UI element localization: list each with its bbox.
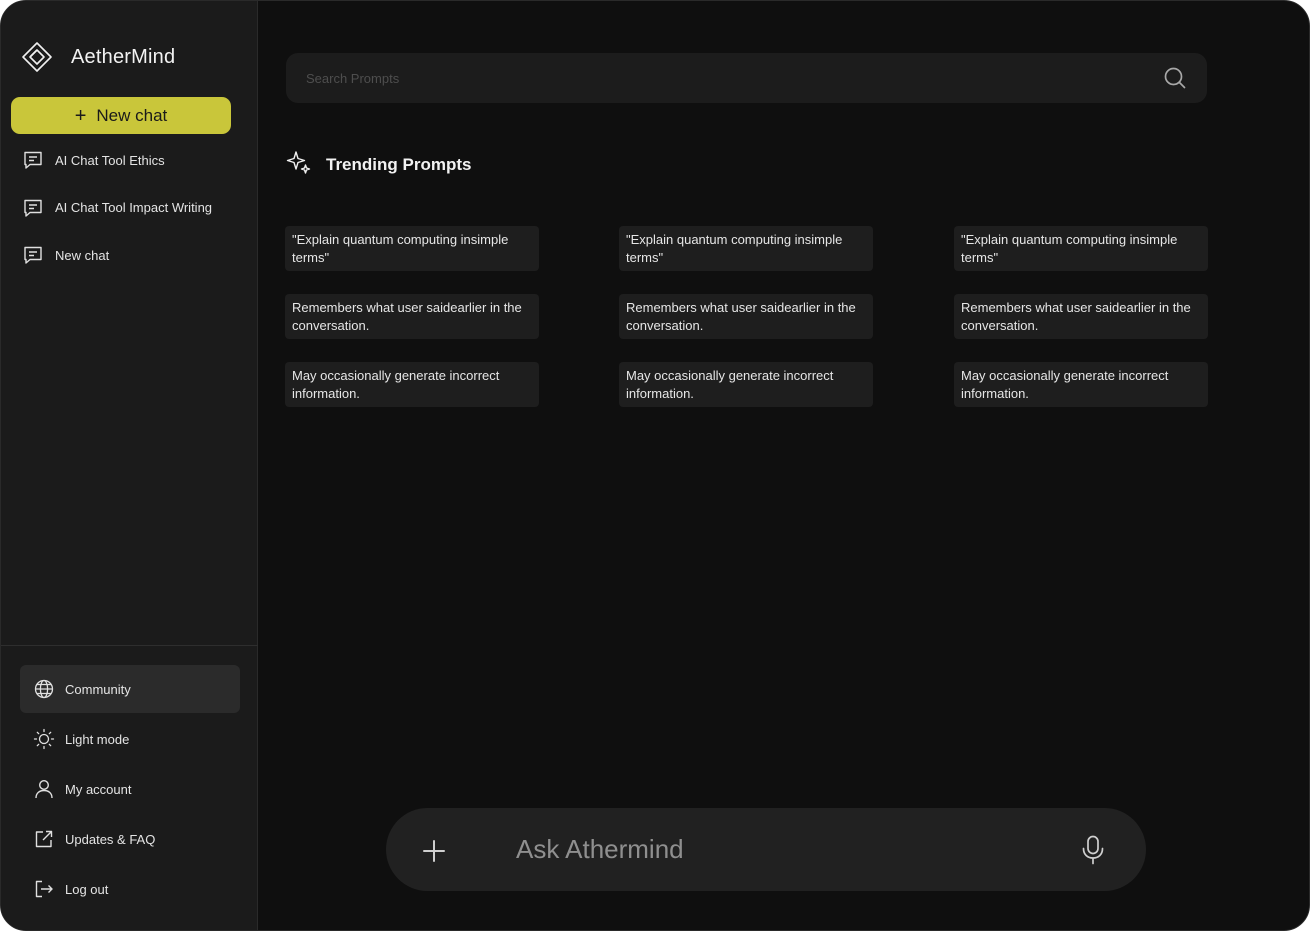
menu-item-log-out[interactable]: Log out <box>20 865 240 913</box>
chat-icon <box>21 196 45 220</box>
brand: AetherMind <box>21 41 175 73</box>
menu-item-label: Updates & FAQ <box>65 831 156 847</box>
chat-history-list: AI Chat Tool Ethics AI Chat Tool Impact … <box>21 147 251 290</box>
ask-input[interactable] <box>516 828 1056 870</box>
new-chat-button[interactable]: + New chat <box>11 97 231 134</box>
menu-item-label: Community <box>65 681 131 697</box>
sun-icon <box>33 728 55 750</box>
chat-icon <box>21 243 45 267</box>
app-window: AetherMind + New chat AI Chat Tool Ethic… <box>0 0 1310 931</box>
prompt-card[interactable]: Remembers what user saidearlier in the c… <box>954 294 1208 339</box>
composer <box>386 808 1146 891</box>
history-item[interactable]: New chat <box>21 242 251 268</box>
chat-icon <box>21 148 45 172</box>
prompt-card[interactable]: "Explain quantum computing insimple term… <box>285 226 539 271</box>
sidebar: AetherMind + New chat AI Chat Tool Ethic… <box>1 1 258 930</box>
prompt-card[interactable]: "Explain quantum computing insimple term… <box>954 226 1208 271</box>
history-item-label: AI Chat Tool Ethics <box>55 152 165 168</box>
menu-item-updates-faq[interactable]: Updates & FAQ <box>20 815 240 863</box>
app-name: AetherMind <box>71 45 176 68</box>
menu-item-label: Log out <box>65 881 109 897</box>
sparkle-icon <box>286 150 312 181</box>
globe-icon <box>33 678 55 700</box>
prompt-card[interactable]: Remembers what user saidearlier in the c… <box>285 294 539 339</box>
plus-icon: + <box>74 104 87 127</box>
search-input[interactable] <box>286 53 1146 103</box>
search-icon[interactable] <box>1163 66 1187 90</box>
history-item-label: AI Chat Tool Impact Writing <box>55 200 213 215</box>
trending-title: Trending Prompts <box>326 155 472 174</box>
prompt-card[interactable]: May occasionally generate incorrect info… <box>285 362 539 407</box>
new-chat-label: New chat <box>96 105 168 125</box>
history-item-label: New chat <box>55 247 110 263</box>
prompt-card[interactable]: "Explain quantum computing insimple term… <box>619 226 873 271</box>
trending-header: Trending Prompts <box>286 150 472 181</box>
history-item[interactable]: AI Chat Tool Ethics <box>21 147 251 173</box>
microphone-icon[interactable] <box>1079 834 1107 866</box>
logout-icon <box>33 878 55 900</box>
logo-icon <box>21 41 53 73</box>
search-bar <box>286 53 1207 103</box>
menu-item-label: Light mode <box>65 731 130 747</box>
menu-item-my-account[interactable]: My account <box>20 765 240 813</box>
add-attachment-icon[interactable] <box>419 836 449 866</box>
menu-item-community[interactable]: Community <box>20 665 240 713</box>
external-link-icon <box>33 828 55 850</box>
menu-item-label: My account <box>65 781 132 797</box>
menu-item-light-mode[interactable]: Light mode <box>20 715 240 763</box>
prompt-card[interactable]: Remembers what user saidearlier in the c… <box>619 294 873 339</box>
user-icon <box>33 778 55 800</box>
sidebar-menu: Community Light mode My account Updates … <box>20 665 240 915</box>
prompt-card[interactable]: May occasionally generate incorrect info… <box>619 362 873 407</box>
prompt-card[interactable]: May occasionally generate incorrect info… <box>954 362 1208 407</box>
history-item[interactable]: AI Chat Tool Impact Writing <box>21 195 251 221</box>
sidebar-divider <box>1 645 258 646</box>
